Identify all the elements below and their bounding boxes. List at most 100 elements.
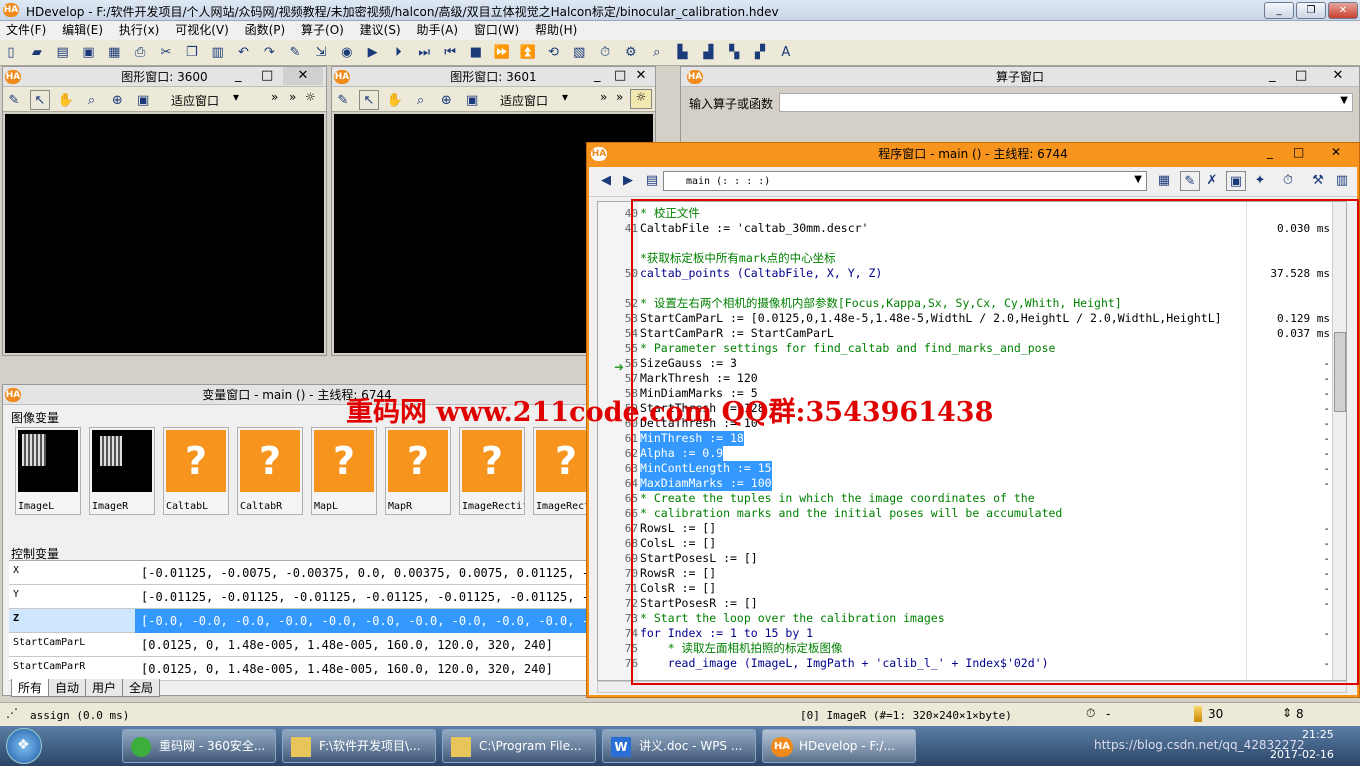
taskbar-item-wps[interactable]: W 讲义.doc - WPS ...	[602, 729, 756, 763]
redo-icon[interactable]: ↷	[259, 43, 279, 63]
minimize-icon[interactable]: _	[235, 67, 242, 85]
open-recent-icon[interactable]: ▤	[53, 43, 73, 63]
delete-proc-icon[interactable]: ✗	[1202, 171, 1222, 191]
undo-icon[interactable]: ↶	[233, 43, 253, 63]
chevron-down-icon[interactable]: ▼	[1340, 95, 1348, 106]
close-icon[interactable]: ✕	[1331, 145, 1341, 159]
maximize-button[interactable]: ❐	[1296, 2, 1326, 19]
tab-global[interactable]: 全局	[122, 679, 161, 697]
control-var-row[interactable]: X [-0.01125, -0.0075, -0.00375, 0.0, 0.00…	[9, 561, 593, 585]
taskbar-item-360[interactable]: 重码网 - 360安全...	[122, 729, 276, 763]
step-over-icon[interactable]: ⏭	[414, 43, 434, 63]
menu-execute[interactable]: 执行(x)	[113, 21, 165, 40]
more-icon-2[interactable]: »	[289, 90, 296, 104]
graphics-window-icon[interactable]: ▧	[569, 43, 589, 63]
zoom-window-icon[interactable]: ▞	[750, 43, 770, 63]
pointer-icon[interactable]: ↖	[358, 90, 379, 110]
menu-file[interactable]: 文件(F)	[0, 21, 52, 40]
step-back-icon[interactable]: ⏮	[440, 43, 460, 63]
binoculars-icon[interactable]: ◉	[337, 43, 357, 63]
control-var-row-selected[interactable]: Z [-0.0, -0.0, -0.0, -0.0, -0.0, -0.0, -0…	[9, 609, 593, 633]
ocr-icon[interactable]: A	[776, 43, 796, 63]
taskbar-item-explorer-1[interactable]: F:\软件开发项目\...	[282, 729, 436, 763]
histogram-icon[interactable]: ▙	[673, 43, 693, 63]
maximize-icon[interactable]: □	[1295, 67, 1307, 85]
hand-icon[interactable]: ✋	[385, 91, 405, 111]
chevron-down-icon[interactable]: ▾	[233, 90, 239, 104]
tab-all[interactable]: 所有	[11, 679, 50, 697]
run-icon[interactable]: ▶	[363, 43, 383, 63]
minimize-button[interactable]: _	[1264, 2, 1294, 19]
inspect-icon[interactable]: ⌕	[647, 43, 667, 63]
open-file-icon[interactable]: ▰	[27, 43, 47, 63]
iconic-var-mapl[interactable]: ? MapL	[311, 427, 377, 515]
iconic-var-imagerectif[interactable]: ? ImageRectif	[459, 427, 525, 515]
menu-suggestions[interactable]: 建议(S)	[354, 21, 407, 40]
zoom-icon[interactable]: ⌕	[81, 91, 101, 111]
new-file-icon[interactable]: ▯	[1, 43, 21, 63]
procedure-icon[interactable]: ▤	[642, 171, 662, 191]
iconic-var-imager[interactable]: ImageR	[89, 427, 155, 515]
close-button[interactable]: ✕	[1328, 2, 1358, 19]
bulb-icon[interactable]: ☼	[305, 90, 316, 104]
pointer-icon[interactable]: ↖	[29, 90, 50, 110]
print-icon[interactable]: ⎙	[130, 43, 150, 63]
fit-window-label[interactable]: 适应窗口	[171, 92, 219, 109]
edit-icon[interactable]: ✎	[285, 43, 305, 63]
chevron-down-icon[interactable]: ▼	[1134, 174, 1142, 185]
forward-icon[interactable]: ▶	[618, 171, 638, 191]
tab-auto[interactable]: 自动	[48, 679, 87, 697]
menu-window[interactable]: 窗口(W)	[468, 21, 525, 40]
calendar-icon[interactable]: ▦	[1154, 171, 1174, 191]
operator-input[interactable]: ▼	[779, 93, 1353, 112]
control-var-row[interactable]: StartCamParR [0.0125, 0, 1.48e-005, 1.48e…	[9, 657, 593, 681]
profiler-icon[interactable]: ⏱	[595, 43, 615, 63]
back-icon[interactable]: ◀	[596, 171, 616, 191]
maximize-icon[interactable]: □	[1293, 145, 1304, 159]
insert-icon[interactable]: ⇲	[311, 43, 331, 63]
zoom-icon[interactable]: ⌕	[410, 91, 430, 111]
menu-visualization[interactable]: 可视化(V)	[169, 21, 235, 40]
zoom-menu-icon[interactable]: ⊕	[107, 91, 127, 111]
iconic-var-caltabl[interactable]: ? CaltabL	[163, 427, 229, 515]
more-icon[interactable]: »	[271, 90, 278, 104]
interface-icon[interactable]: ▣	[1226, 171, 1246, 191]
tools-icon[interactable]: ⚒	[1308, 171, 1328, 191]
close-icon[interactable]: ✕	[627, 67, 655, 85]
cut-icon[interactable]: ✂	[156, 43, 176, 63]
start-button[interactable]: ❖	[6, 728, 42, 764]
menu-edit[interactable]: 编辑(E)	[56, 21, 109, 40]
edit-proc-icon[interactable]: ✎	[1180, 171, 1200, 191]
menu-assistants[interactable]: 助手(A)	[410, 21, 464, 40]
menu-operators[interactable]: 算子(O)	[295, 21, 350, 40]
line-profile-icon[interactable]: ▟	[698, 43, 718, 63]
feature-inspection-icon[interactable]: ▚	[724, 43, 744, 63]
paste-icon[interactable]: ▥	[208, 43, 228, 63]
close-icon[interactable]: ✕	[1319, 67, 1357, 85]
fit-window-icon[interactable]: ▣	[133, 91, 153, 111]
step-out-icon[interactable]: ⏫	[518, 43, 538, 63]
taskbar-item-explorer-2[interactable]: C:\Program File...	[442, 729, 596, 763]
fit-window-label[interactable]: 适应窗口	[500, 92, 548, 109]
save-icon[interactable]: ▣	[78, 43, 98, 63]
more-icon-2[interactable]: »	[616, 90, 623, 104]
more-icon[interactable]: »	[600, 90, 607, 104]
chevron-down-icon[interactable]: ▾	[562, 90, 568, 104]
step-into-icon[interactable]: ⏵	[388, 43, 408, 63]
minimize-icon[interactable]: _	[1269, 67, 1276, 85]
iconic-var-caltabr[interactable]: ? CaltabR	[237, 427, 303, 515]
minimize-icon[interactable]: _	[594, 67, 601, 85]
iconic-var-mapr[interactable]: ? MapR	[385, 427, 451, 515]
breakpoint-icon[interactable]: ✦	[1250, 171, 1270, 191]
bulb-icon[interactable]: ☼	[630, 89, 652, 109]
close-icon[interactable]: ✕	[283, 67, 323, 85]
save-all-icon[interactable]: ▦	[104, 43, 124, 63]
graphics-canvas[interactable]	[5, 114, 324, 353]
draw-icon[interactable]: ✎	[4, 91, 24, 111]
step-forward-icon[interactable]: ⏩	[492, 43, 512, 63]
maximize-icon[interactable]: □	[614, 67, 626, 85]
settings-icon[interactable]: ▥	[1332, 171, 1352, 191]
control-var-row[interactable]: Y [-0.01125, -0.01125, -0.01125, -0.01125…	[9, 585, 593, 609]
reset-icon[interactable]: ⟲	[543, 43, 563, 63]
minimize-icon[interactable]: _	[1267, 145, 1273, 159]
